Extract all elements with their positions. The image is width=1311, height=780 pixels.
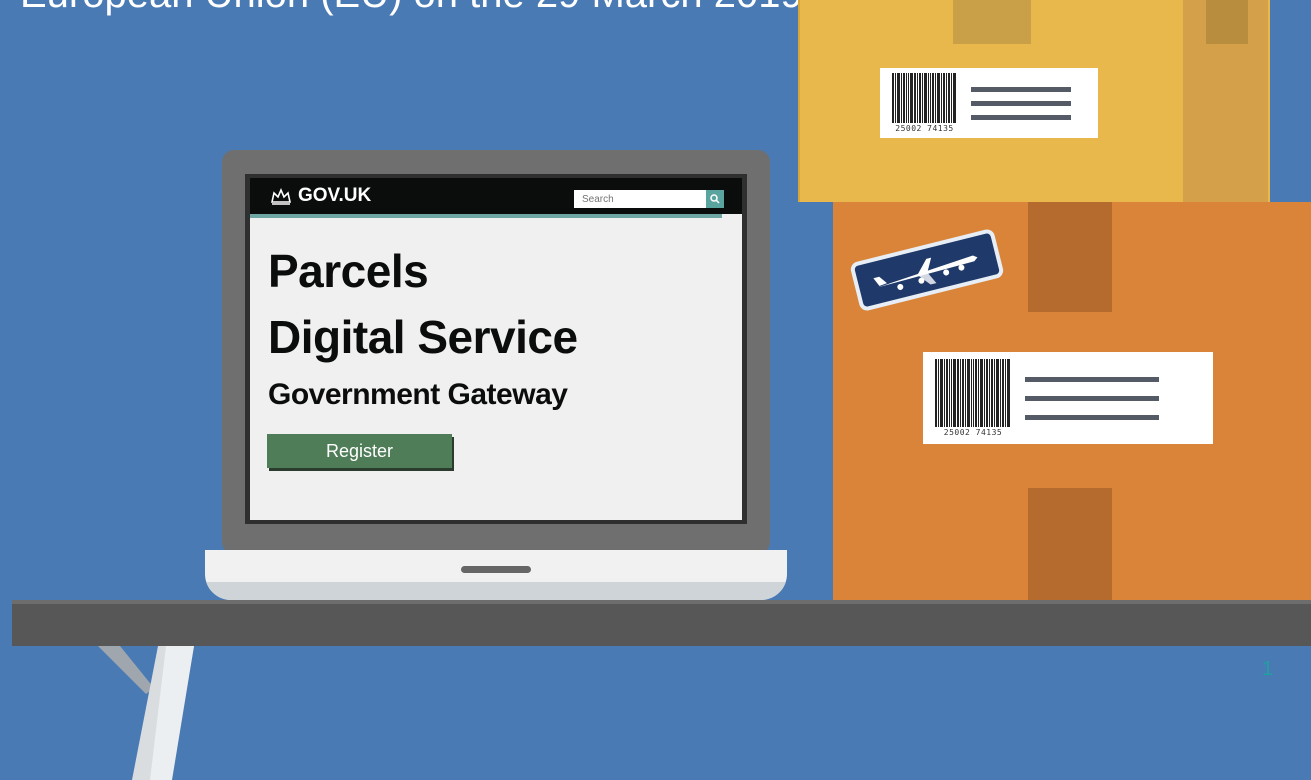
barcode-icon: 25002 74135: [892, 73, 957, 133]
table-top: [12, 600, 1311, 646]
search-icon: [710, 194, 720, 204]
search-button[interactable]: [706, 190, 724, 208]
search-input[interactable]: [574, 190, 706, 208]
label-text-lines: [971, 86, 1071, 120]
page-title-line1: Parcels: [268, 245, 429, 297]
parcel-tape: [1206, 0, 1248, 44]
page-number: 1: [1262, 658, 1274, 680]
label-text-lines: [1025, 376, 1159, 420]
table-legs: [98, 646, 194, 780]
slide-headline: European Union (EU) on the 29 March 2019: [20, 0, 803, 17]
table-edge: [12, 600, 1311, 604]
crown-icon: [271, 187, 291, 205]
barcode-icon: 25002 74135: [935, 359, 1011, 437]
laptop-base-shade: [205, 582, 787, 600]
gov-logo-text: GOV.UK: [298, 185, 372, 206]
gov-logo[interactable]: GOV.UK: [270, 185, 371, 207]
laptop-base: [205, 550, 787, 600]
barcode-number: 25002 74135: [895, 124, 954, 133]
shipping-label: 25002 74135: [880, 68, 1098, 138]
laptop-screen: GOV.UK Parcels Digital Service Governmen…: [250, 178, 742, 520]
parcel-tape: [953, 0, 1031, 44]
header-accent-bar: [250, 214, 722, 218]
parcel-tape: [1028, 488, 1112, 600]
parcel-tape: [1028, 202, 1112, 312]
gov-header: GOV.UK: [250, 178, 742, 214]
page-title-line2: Digital Service: [268, 311, 578, 363]
page-subtitle: Government Gateway: [268, 378, 568, 411]
barcode-number: 25002 74135: [943, 428, 1003, 437]
laptop-trackpad-notch: [461, 566, 531, 573]
shipping-label: 25002 74135: [923, 352, 1213, 444]
register-button[interactable]: Register: [267, 434, 452, 468]
